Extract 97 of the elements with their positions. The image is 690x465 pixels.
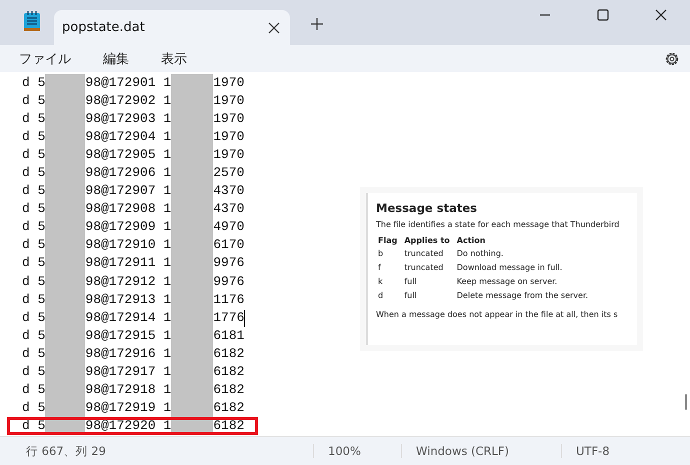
table-cell-text: k	[377, 277, 384, 288]
table-cell-text: truncated	[403, 263, 444, 274]
table-cell-text: Do nothing.	[456, 249, 504, 260]
text-line-middle: 98@172912 1	[85, 272, 172, 291]
text-line-start: d 5	[22, 398, 46, 417]
text-line-end: 4370	[213, 200, 244, 218]
text-line-start: d 5	[22, 236, 46, 254]
doc-paragraph: The file identifies a state for each message that Thunderbird	[376, 220, 620, 229]
text-line-middle: 98@172909 1	[85, 218, 172, 236]
table-cell-text: Keep message on server.	[456, 277, 558, 288]
maximize-icon[interactable]	[596, 8, 610, 22]
zoom-level[interactable]: 100%	[313, 444, 401, 458]
text-line-middle: 98@172904 1	[85, 128, 172, 146]
text-line-middle: 98@172917 1	[85, 362, 172, 381]
text-line-end: 1970	[213, 146, 244, 164]
text-line-start: d 5	[22, 254, 46, 272]
text-line-start: d 5	[22, 380, 46, 399]
text-line-start: d 5	[22, 362, 46, 381]
doc-title: Message states	[376, 201, 478, 215]
text-line-middle: 98@172916 1	[85, 344, 172, 363]
text-line-start: d 5	[22, 326, 46, 345]
text-line-start: d 5	[22, 146, 46, 164]
text-line-start: d 5	[22, 182, 46, 200]
settings-icon[interactable]	[664, 50, 680, 66]
text-line-start: d 5	[22, 416, 46, 435]
menu-item[interactable]: 編集	[101, 48, 131, 70]
text-line-start: d 5	[22, 290, 46, 309]
redaction-bar	[171, 398, 214, 417]
table-cell-text: b	[377, 249, 384, 260]
column-header: Flag	[377, 236, 398, 247]
file-tab[interactable]: popstate.dat	[54, 10, 290, 45]
text-line-middle: 98@172910 1	[85, 236, 172, 254]
table-cell-text: full	[403, 291, 418, 302]
text-line-start: d 5	[22, 308, 46, 327]
redaction-bar	[171, 74, 214, 92]
text-line-end: 1970	[213, 74, 244, 92]
cursor-position: 行 667、列 29	[25, 444, 107, 458]
text-line-end: 1176	[213, 290, 244, 309]
text-line-middle: 98@172915 1	[85, 326, 172, 345]
text-line-start: d 5	[22, 272, 46, 291]
text-line-end: 4970	[213, 218, 244, 236]
table-cell-text: full	[403, 277, 418, 288]
table-cell-text: Delete message from the server.	[456, 291, 590, 302]
text-line-end: 6182	[213, 362, 244, 381]
text-line-end: 6182	[213, 416, 244, 435]
scrollbar-thumb[interactable]	[685, 394, 687, 410]
text-line-middle: 98@172905 1	[85, 146, 172, 164]
text-line-start: d 5	[22, 218, 46, 236]
text-line-start: d 5	[22, 200, 46, 218]
encoding[interactable]: UTF-8	[561, 444, 610, 458]
text-line-middle: 98@172911 1	[85, 254, 172, 272]
text-line-middle: 98@172920 1	[85, 416, 172, 435]
text-line-middle: 98@172901 1	[85, 74, 172, 92]
text-line-start: d 5	[22, 92, 46, 110]
text-line-middle: 98@172914 1	[85, 308, 172, 327]
menu-item[interactable]: 表示	[159, 48, 189, 70]
notepad-icon	[22, 10, 42, 32]
text-line-end: 4370	[213, 182, 244, 200]
line-ending[interactable]: Windows (CRLF)	[401, 444, 561, 458]
text-line-middle: 98@172918 1	[85, 380, 172, 399]
text-line-middle: 98@172903 1	[85, 110, 172, 128]
text-line-end: 9976	[213, 272, 244, 291]
text-line-middle: 98@172907 1	[85, 182, 172, 200]
text-line-middle: 98@172902 1	[85, 92, 172, 110]
text-line-end: 6182	[213, 380, 244, 399]
table-cell-text: Download message in full.	[456, 263, 564, 274]
text-line-end: 1970	[213, 128, 244, 146]
text-line-end: 2570	[213, 164, 244, 182]
text-line-end: 6170	[213, 236, 244, 254]
table-cell-text: d	[377, 291, 384, 302]
redaction-bar	[45, 398, 86, 417]
text-line-end: 9976	[213, 254, 244, 272]
text-line-start: d 5	[22, 128, 46, 146]
text-line-end: 1970	[213, 92, 244, 110]
text-line-start: d 5	[22, 164, 46, 182]
text-line-middle: 98@172919 1	[85, 398, 172, 417]
text-line-end: 1776	[213, 308, 244, 327]
new-tab-icon[interactable]	[310, 17, 324, 31]
text-line-end: 6182	[213, 344, 244, 363]
text-line-middle: 98@172906 1	[85, 164, 172, 182]
text-line-end: 6182	[213, 398, 244, 417]
column-header: Applies to	[403, 236, 451, 247]
text-line-middle: 98@172913 1	[85, 290, 172, 309]
table-cell-text: f	[377, 263, 382, 274]
text-line-start: d 5	[22, 74, 46, 92]
text-line-middle: 98@172908 1	[85, 200, 172, 218]
close-tab-icon[interactable]	[268, 22, 280, 34]
text-line-end: 1970	[213, 110, 244, 128]
text-line-start: d 5	[22, 110, 46, 128]
close-icon[interactable]	[654, 8, 668, 22]
menu-item[interactable]: ファイル	[17, 48, 73, 70]
text-line-start: d 5	[22, 344, 46, 363]
text-line-end: 6181	[213, 326, 244, 345]
redaction-bar	[45, 74, 86, 92]
table-cell-text: truncated	[403, 249, 444, 260]
column-header: Action	[456, 236, 486, 247]
doc-paragraph: When a message does not appear in the file at all, then its s	[376, 310, 619, 319]
